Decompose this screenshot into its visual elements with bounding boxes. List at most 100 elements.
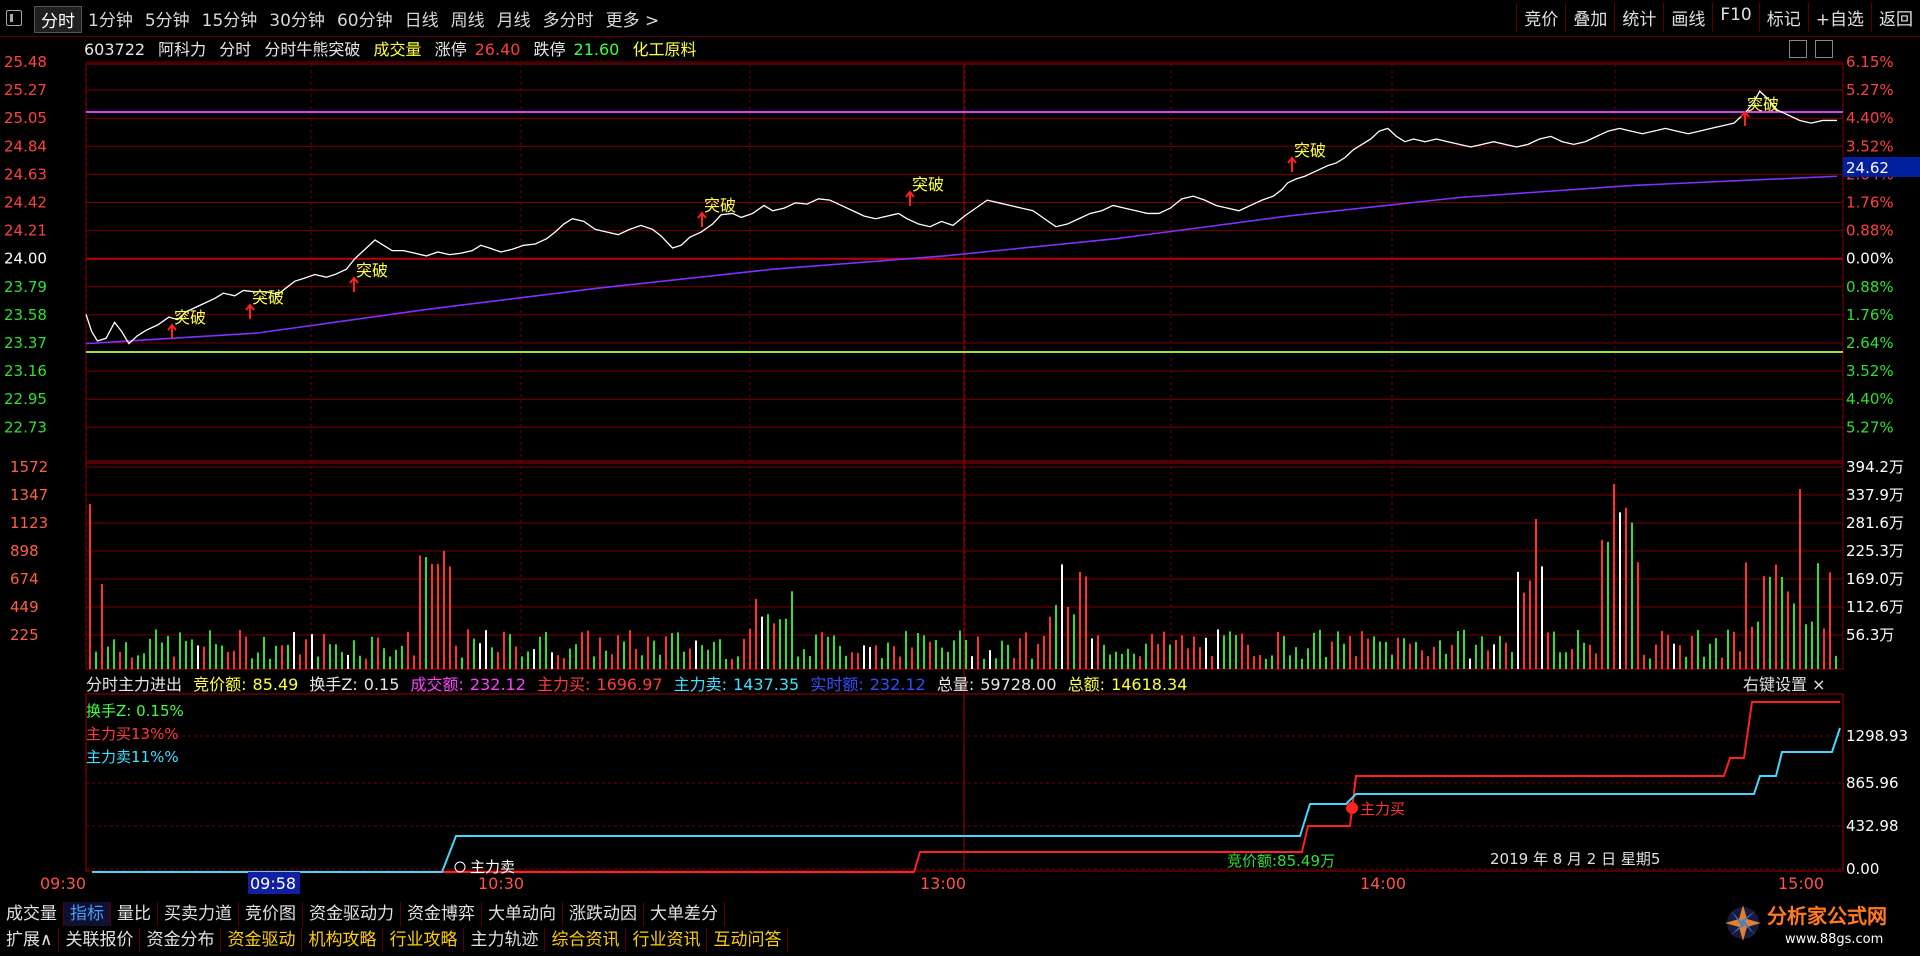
- pct-tick-label: 6.15%: [1846, 53, 1894, 71]
- volume-tick-label: 449: [10, 598, 39, 616]
- turnover-amount-value: 232.12: [469, 675, 526, 694]
- logo-title: 分析家公式网: [1767, 904, 1887, 928]
- breakout-label-4: 突破: [912, 175, 944, 194]
- price-line: [85, 90, 1837, 345]
- price-tick-label: 22.73: [4, 418, 47, 436]
- tabs1-item-3[interactable]: 买卖力道: [158, 902, 239, 926]
- bid-amount-annotation: 竞价额:85.49万: [1227, 852, 1335, 870]
- bid-amount-value: 85.49: [252, 675, 299, 694]
- price-tick-label: 24.42: [4, 194, 47, 212]
- main-buy-marker: [1346, 802, 1358, 814]
- volume-right-tick: 56.3万: [1846, 626, 1894, 644]
- price-tick-label: 23.16: [4, 362, 47, 380]
- volume-tick-label: 225: [10, 626, 39, 644]
- breakout-arrow-4: [905, 190, 915, 206]
- volume-tick-label: 898: [10, 542, 39, 560]
- indicator-panel: 1298.93865.96432.980.00主力买主力卖 竞价额:85.49万 2…: [86, 701, 1908, 878]
- pct-tick-label: 1.76%: [1846, 306, 1894, 324]
- bid-amount-label: 竞价额:: [193, 675, 247, 694]
- price-tick-label: 24.63: [4, 165, 47, 183]
- tabs1-item-8[interactable]: 涨跌动因: [563, 902, 644, 926]
- breakout-label-1: 突破: [252, 288, 284, 307]
- tabs2-item-6[interactable]: 主力轨迹: [464, 928, 546, 952]
- tabs2-item-0[interactable]: 扩展∧: [0, 928, 60, 952]
- pct-tick-label: 5.27%: [1846, 418, 1894, 436]
- breakout-arrow-0: [167, 323, 177, 339]
- tabs2-item-2[interactable]: 资金分布: [140, 928, 222, 952]
- tabs2-item-1[interactable]: 关联报价: [59, 928, 141, 952]
- price-axis: 25.48 6.15% 25.27 5.27% 25.05 4.40% 24.84 3.52%…: [4, 53, 1894, 436]
- breakout-label-0: 突破: [174, 308, 206, 327]
- price-tick-label: 23.79: [4, 278, 47, 296]
- info-tabs: 扩展∧ 关联报价 资金分布 资金驱动 机构攻略 行业攻略 主力轨迹 综合资讯 行业资讯 互动问答: [0, 928, 789, 952]
- time-tick-label: 09:30: [40, 874, 86, 893]
- indicator-tick-label: 432.98: [1846, 817, 1899, 835]
- pct-tick-label: 0.88%: [1846, 278, 1894, 296]
- avg-price-tag-text: 24.62: [1846, 159, 1889, 177]
- volume-right-tick: 281.6万: [1846, 514, 1904, 532]
- indicator-tabs: 成交量 指标 量比 买卖力道 竞价图 资金驱动力 资金博弈 大单动向 涨跌动因 大单差分: [0, 902, 725, 926]
- breakout-arrow-3: [697, 211, 707, 227]
- price-tick-label: 24.21: [4, 222, 47, 240]
- tabs1-item-9[interactable]: 大单差分: [644, 902, 725, 926]
- pct-tick-label: 3.52%: [1846, 137, 1894, 155]
- tabs1-item-4[interactable]: 竞价图: [239, 902, 303, 926]
- pct-tick-label: 3.52%: [1846, 362, 1894, 380]
- volume-right-tick: 169.0万: [1846, 570, 1904, 588]
- time-tick-label: 09:58: [250, 874, 296, 893]
- realtime-label: 实时额:: [810, 675, 864, 694]
- price-tick-label: 25.27: [4, 81, 47, 99]
- logo-url: www.88gs.com: [1785, 932, 1883, 947]
- breakout-label-5: 突破: [1294, 141, 1326, 160]
- total-amount-value: 14618.34: [1111, 675, 1188, 694]
- tabs2-item-7[interactable]: 综合资讯: [545, 928, 627, 952]
- price-lines: 24.62: [85, 90, 1920, 353]
- close-icon[interactable]: ×: [1812, 675, 1825, 694]
- tabs1-item-7[interactable]: 大单动向: [482, 902, 563, 926]
- tabs2-item-8[interactable]: 行业资讯: [626, 928, 708, 952]
- price-tick-label: 24.84: [4, 137, 47, 155]
- price-tick-label: 23.58: [4, 306, 47, 324]
- main-sell-value: 1437.35: [733, 675, 800, 694]
- time-tick-label: 13:00: [920, 874, 966, 893]
- right-click-settings-label: 右键设置: [1743, 675, 1808, 694]
- tabs1-item-0[interactable]: 成交量: [0, 902, 64, 926]
- tabs2-item-4[interactable]: 机构攻略: [302, 928, 384, 952]
- volume-right-tick: 337.9万: [1846, 486, 1904, 504]
- right-click-settings[interactable]: 右键设置 ×: [1743, 671, 1826, 695]
- tabs1-item-5[interactable]: 资金驱动力: [303, 902, 401, 926]
- breakout-arrow-6: [1740, 110, 1750, 126]
- tabs1-item-6[interactable]: 资金博弈: [401, 902, 482, 926]
- breakout-arrow-1: [245, 303, 255, 319]
- turnover-value: 0.15: [363, 675, 400, 694]
- tabs1-item-1[interactable]: 指标: [64, 902, 111, 926]
- volume-tick-label: 1123: [10, 514, 48, 532]
- turnover-label: 换手Z:: [309, 675, 358, 694]
- turnover-amount-label: 成交额:: [410, 675, 464, 694]
- price-tick-label: 25.48: [4, 53, 47, 71]
- tabs2-item-3[interactable]: 资金驱动: [221, 928, 303, 952]
- volume-right-tick: 225.3万: [1846, 542, 1904, 560]
- indicator-title: 分时主力进出: [86, 675, 183, 694]
- tabs1-item-2[interactable]: 量比: [111, 902, 158, 926]
- indicator-header: 分时主力进出 竞价额: 85.49 换手Z: 0.15 成交额: 232.12 主力买…: [86, 671, 1193, 695]
- breakout-arrow-5: [1287, 156, 1297, 172]
- breakout-label-2: 突破: [356, 261, 388, 280]
- pct-tick-label: 4.40%: [1846, 390, 1894, 408]
- time-tick-label: 14:00: [1360, 874, 1406, 893]
- tabs2-item-5[interactable]: 行业攻略: [383, 928, 465, 952]
- price-tick-label: 24.00: [4, 250, 47, 268]
- breakout-label-3: 突破: [704, 196, 736, 215]
- main-buy-annotation: 主力买: [1360, 800, 1405, 818]
- main-buy-line: [92, 701, 1840, 873]
- indicator-tick-label: 865.96: [1846, 774, 1899, 792]
- total-volume-label: 总量:: [936, 675, 975, 694]
- indicator-tick-label: 1298.93: [1846, 727, 1908, 745]
- breakout-arrow-2: [349, 276, 359, 292]
- tabs2-item-9[interactable]: 互动问答: [707, 928, 789, 952]
- volume-tick-label: 674: [10, 570, 39, 588]
- main-buy-value: 1696.97: [596, 675, 663, 694]
- time-tick-label: 15:00: [1778, 874, 1824, 893]
- pct-tick-label: 4.40%: [1846, 109, 1894, 127]
- realtime-value: 232.12: [869, 675, 926, 694]
